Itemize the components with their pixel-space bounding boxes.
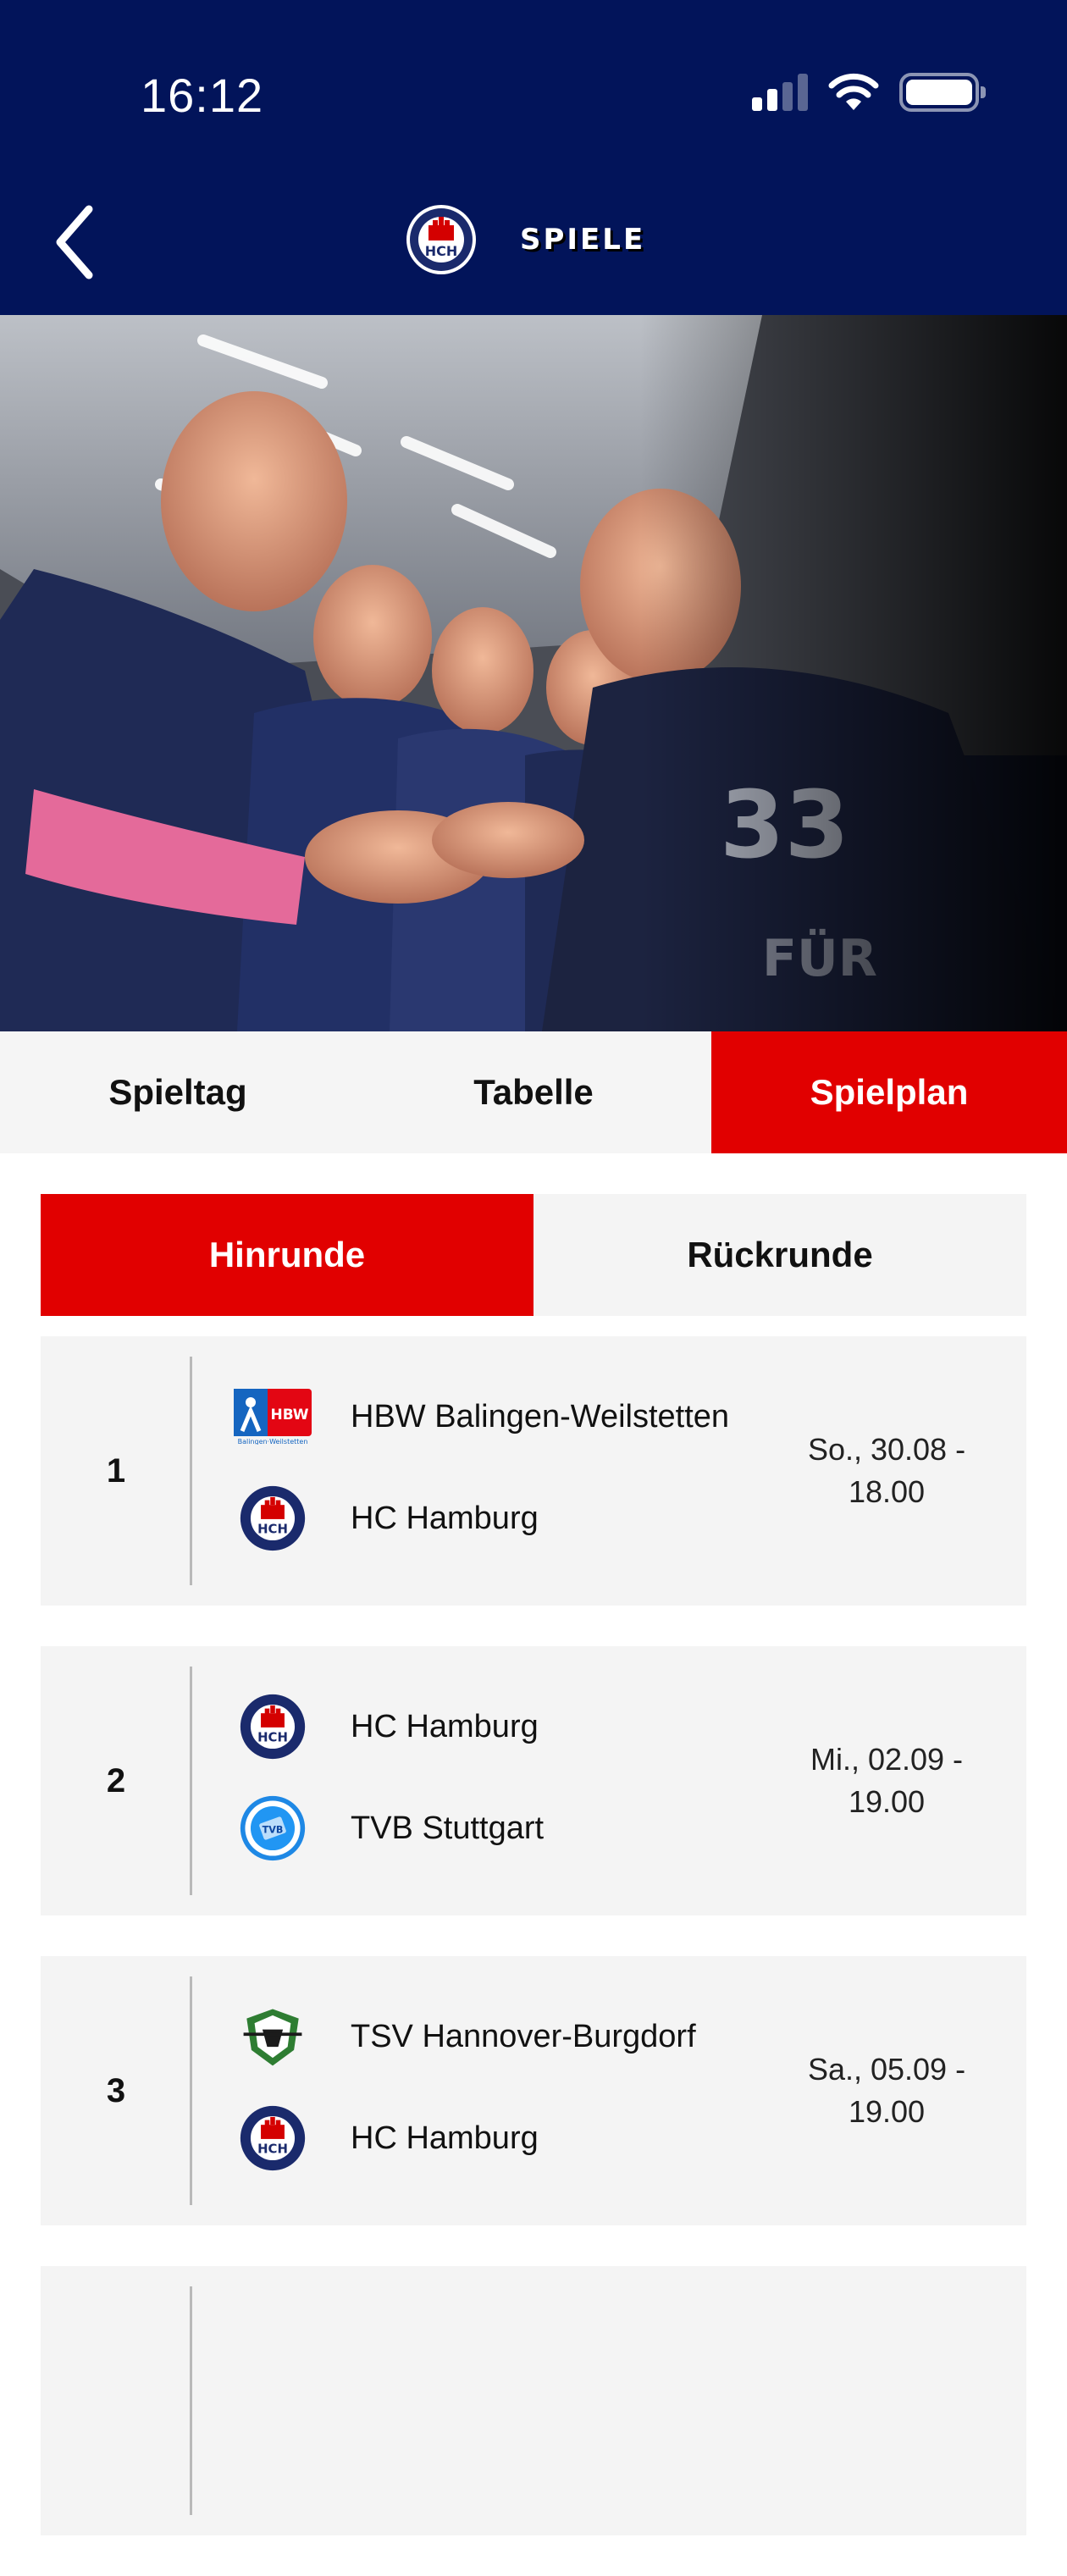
svg-text:HCH: HCH [257, 1730, 288, 1745]
team-row: HCH HC Hamburg [232, 1480, 539, 1556]
chevron-left-icon [56, 205, 93, 279]
team-name: HC Hamburg [351, 1500, 539, 1536]
match-card[interactable]: 2 HCH HC Hamburg TVB TVB Stuttgart Mi., … [41, 1646, 1026, 1915]
hbw-logo: HBW Balingen·Weilstetten [232, 1379, 313, 1455]
matchday-number: 3 [106, 2071, 126, 2109]
tab-spieltag[interactable]: Spieltag [0, 1031, 356, 1153]
match-date: Mi., 02.09 - 19.00 [781, 1646, 992, 1915]
team-name: HBW Balingen-Weilstetten [351, 1398, 730, 1434]
tab-hinrunde[interactable]: Hinrunde [41, 1194, 534, 1316]
hero-image: 33 FÜR [0, 315, 1067, 1031]
team-row: HCH HC Hamburg [232, 1689, 539, 1765]
match-list: 1 HBW Balingen·Weilstetten HBW Balingen-… [41, 1336, 1026, 2576]
hch-logo: HCH [232, 2100, 313, 2176]
match-time-line: 19.00 [848, 1784, 926, 1819]
tvb-logo: TVB [232, 1790, 313, 1866]
divider [190, 1976, 192, 2205]
matchday-number: 1 [106, 1451, 126, 1490]
team-row: TVB TVB Stuttgart [232, 1790, 544, 1866]
divider [190, 1357, 192, 1585]
tab-spielplan[interactable]: Spielplan [711, 1031, 1067, 1153]
match-time-line: 19.00 [848, 2094, 926, 2129]
wifi-icon [828, 73, 879, 110]
status-time: 16:12 [141, 69, 264, 122]
status-icons [752, 73, 986, 112]
match-time-line: 18.00 [848, 1474, 926, 1509]
svg-text:HCH: HCH [425, 243, 458, 259]
match-date-line: Sa., 05.09 - [807, 2052, 966, 2087]
page-title: SPIELE [520, 223, 646, 257]
match-date-line: Mi., 02.09 - [810, 1742, 964, 1777]
svg-text:TVB: TVB [263, 1825, 284, 1836]
team-name: HC Hamburg [351, 1708, 539, 1744]
svg-text:Balingen·Weilstetten: Balingen·Weilstetten [238, 1438, 308, 1445]
club-logo: HCH [406, 205, 476, 274]
match-date: Sa., 05.09 - 19.00 [781, 1956, 992, 2225]
divider [190, 2286, 192, 2515]
hch-logo: HCH [232, 1689, 313, 1765]
match-date-line: So., 30.08 - [807, 1432, 966, 1467]
matchday-number: 2 [106, 1761, 126, 1799]
hch-logo: HCH [232, 1480, 313, 1556]
cellular-signal-icon [752, 74, 808, 111]
header-brand: HCH SPIELE [405, 203, 645, 276]
divider [190, 1667, 192, 1895]
svg-text:HCH: HCH [257, 1522, 288, 1537]
match-card[interactable] [41, 2266, 1026, 2535]
match-date: So., 30.08 - 18.00 [781, 1336, 992, 1606]
team-name: TVB Stuttgart [351, 1810, 545, 1846]
tab-rueckrunde[interactable]: Rückrunde [534, 1194, 1026, 1316]
team-row: TSV Hannover-Burgdorf [232, 1998, 696, 2075]
app-header: 16:12 HCH SPIELE [0, 0, 1067, 315]
team-name: HC Hamburg [351, 2120, 539, 2156]
team-celebration-photo: 33 FÜR [0, 315, 1067, 1031]
team-name: TSV Hannover-Burgdorf [351, 2018, 696, 2054]
tab-tabelle[interactable]: Tabelle [356, 1031, 711, 1153]
match-card[interactable]: 3 TSV Hannover-Burgdorf HCH HC Hamburg S… [41, 1956, 1026, 2225]
team-row: HCH HC Hamburg [232, 2100, 539, 2176]
battery-icon [899, 73, 986, 112]
main-tabs: Spieltag Tabelle Spielplan [0, 1031, 1067, 1153]
recken-logo [232, 1998, 313, 2075]
team-row: HBW Balingen·Weilstetten HBW Balingen-We… [232, 1379, 729, 1455]
round-tabs: Hinrunde Rückrunde [41, 1194, 1026, 1316]
svg-text:HBW: HBW [270, 1407, 308, 1423]
match-card[interactable]: 1 HBW Balingen·Weilstetten HBW Balingen-… [41, 1336, 1026, 1606]
svg-text:HCH: HCH [257, 2142, 288, 2157]
back-button[interactable] [41, 200, 108, 285]
